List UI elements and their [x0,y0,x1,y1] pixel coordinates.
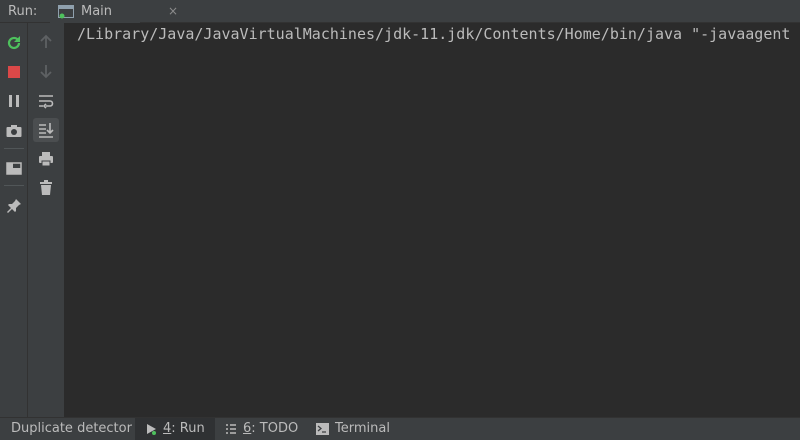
pin-icon[interactable] [5,197,23,215]
trash-icon[interactable] [37,179,55,197]
layout-icon[interactable] [5,159,23,177]
tool-window-terminal[interactable]: Terminal [316,418,390,440]
scroll-to-end-toggle[interactable] [33,118,59,142]
run-actions-toolbar [0,23,28,417]
rerun-icon[interactable] [5,34,23,52]
tab-main[interactable]: Main × [50,0,178,23]
console-line: /Library/Java/JavaVirtualMachines/jdk-11… [77,25,791,43]
console-output[interactable]: /Library/Java/JavaVirtualMachines/jdk-11… [64,23,800,417]
stop-icon[interactable] [5,63,23,81]
scroll-to-end-icon [37,121,55,143]
run-label: : Run [171,421,205,436]
console-actions-toolbar [28,23,64,417]
pause-icon[interactable] [5,92,23,110]
run-tool-window-header: Run: Main × [0,0,800,23]
tool-window-run[interactable]: 4: Run [135,418,215,440]
soft-wrap-icon[interactable] [37,92,55,110]
print-icon[interactable] [37,150,55,168]
run-label: Run: [8,4,38,19]
duplicate-detector-label: Duplicate detector [11,421,132,436]
tool-window-todo[interactable]: 6: TODO [225,418,298,440]
down-arrow-icon[interactable] [37,62,55,80]
up-arrow-icon[interactable] [37,33,55,51]
terminal-icon [316,422,329,435]
separator [4,148,24,149]
separator [4,185,24,186]
run-icon [147,423,156,435]
tool-window-duplicate-detector[interactable]: Duplicate detector [11,418,132,440]
tool-window-bar: Duplicate detector 4: Run 6: TODO Termin… [0,417,800,440]
terminal-label: Terminal [335,421,390,436]
camera-icon[interactable] [5,122,23,140]
close-icon[interactable]: × [168,4,178,18]
application-icon [58,4,74,19]
tab-main-label: Main [81,4,113,19]
todo-label: : TODO [251,421,299,436]
todo-list-icon [226,423,236,434]
